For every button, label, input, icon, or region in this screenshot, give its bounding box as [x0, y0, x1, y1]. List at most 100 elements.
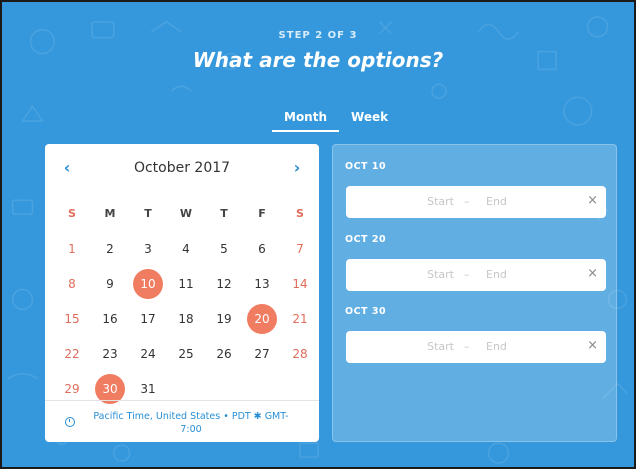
tab-month[interactable]: Month: [272, 108, 340, 132]
range-separator: –: [464, 195, 470, 208]
day-number: 2: [106, 241, 114, 256]
option-date-label: OCT 10: [345, 161, 387, 172]
day-number: 8: [68, 276, 76, 291]
day-number: 4: [182, 241, 190, 256]
close-icon[interactable]: ×: [587, 338, 598, 353]
day-number: 28: [292, 346, 308, 361]
day-number: 5: [220, 241, 228, 256]
day-number: 14: [292, 276, 308, 291]
option-date-label: OCT 30: [345, 306, 387, 317]
calendar-day[interactable]: 17: [129, 301, 167, 336]
calendar-day[interactable]: 6: [243, 231, 281, 266]
calendar-day[interactable]: 8: [53, 266, 91, 301]
weekday-thu: T: [220, 207, 228, 220]
end-time-input[interactable]: End: [486, 195, 507, 208]
close-icon[interactable]: ×: [587, 193, 598, 208]
day-number: 15: [64, 311, 80, 326]
calendar-day[interactable]: 5: [205, 231, 243, 266]
calendar-day[interactable]: 7: [281, 231, 319, 266]
day-number: 16: [102, 311, 118, 326]
chevron-left-icon[interactable]: ‹: [57, 158, 77, 178]
calendar-day[interactable]: 23: [91, 336, 129, 371]
calendar-day[interactable]: 27: [243, 336, 281, 371]
week-row: 8 9 10 11 12 13 14: [53, 266, 319, 301]
day-number: 27: [254, 346, 270, 361]
day-number: 11: [178, 276, 194, 291]
calendar-header: October 2017 ‹ ›: [45, 158, 319, 178]
calendar-day[interactable]: 22: [53, 336, 91, 371]
weekday-fri: F: [258, 207, 266, 220]
calendar-grid: S M T W T F S 1 2 3 4 5 6 7 8 9 10 11 12…: [53, 196, 319, 406]
day-number: 7: [296, 241, 304, 256]
view-tabs: Month Week: [272, 108, 400, 132]
calendar-day[interactable]: 24: [129, 336, 167, 371]
day-number: 13: [254, 276, 270, 291]
calendar-day[interactable]: 26: [205, 336, 243, 371]
day-number: 25: [178, 346, 194, 361]
calendar-day[interactable]: 2: [91, 231, 129, 266]
calendar-day[interactable]: 12: [205, 266, 243, 301]
calendar-day[interactable]: 15: [53, 301, 91, 336]
calendar-day[interactable]: 21: [281, 301, 319, 336]
range-separator: –: [464, 340, 470, 353]
calendar-day[interactable]: 4: [167, 231, 205, 266]
page-title: What are the options?: [192, 48, 444, 72]
weekday-sun: S: [68, 207, 76, 220]
calendar-day-selected[interactable]: 20: [243, 301, 281, 336]
clock-icon: [65, 417, 75, 427]
day-number: 23: [102, 346, 118, 361]
timezone-label: Pacific Time, United States • PDT ✱ GMT-…: [93, 411, 289, 435]
day-number: 29: [64, 381, 80, 396]
end-time-input[interactable]: End: [486, 268, 507, 281]
day-number: 26: [216, 346, 232, 361]
day-number: 1: [68, 241, 76, 256]
calendar-day[interactable]: 13: [243, 266, 281, 301]
calendar-day[interactable]: 16: [91, 301, 129, 336]
week-row: 22 23 24 25 26 27 28: [53, 336, 319, 371]
calendar-day[interactable]: 18: [167, 301, 205, 336]
weekday-tue: T: [144, 207, 152, 220]
calendar-panel: October 2017 ‹ › S M T W T F S 1 2 3 4 5…: [45, 144, 319, 442]
calendar-day[interactable]: 3: [129, 231, 167, 266]
calendar-day-selected[interactable]: 10: [129, 266, 167, 301]
calendar-day[interactable]: 1: [53, 231, 91, 266]
tab-week[interactable]: Week: [339, 108, 400, 132]
time-range-field[interactable]: Start – End ×: [346, 331, 606, 363]
day-number: 18: [178, 311, 194, 326]
weekday-mon: M: [104, 207, 116, 220]
day-number: 19: [216, 311, 232, 326]
calendar-day[interactable]: 19: [205, 301, 243, 336]
day-number: 31: [140, 381, 156, 396]
options-panel: OCT 10 Start – End × OCT 20 Start – End …: [332, 144, 617, 442]
day-number: 24: [140, 346, 156, 361]
chevron-right-icon[interactable]: ›: [287, 158, 307, 178]
day-number: 9: [106, 276, 114, 291]
timezone-selector[interactable]: Pacific Time, United States • PDT ✱ GMT-…: [45, 400, 319, 442]
day-number: 6: [258, 241, 266, 256]
month-label: October 2017: [133, 160, 231, 176]
start-time-input[interactable]: Start: [426, 268, 454, 281]
close-icon[interactable]: ×: [587, 266, 598, 281]
week-row: 1 2 3 4 5 6 7: [53, 231, 319, 266]
calendar-day[interactable]: 11: [167, 266, 205, 301]
day-number: 12: [216, 276, 232, 291]
time-range-field[interactable]: Start – End ×: [346, 259, 606, 291]
day-number: 17: [140, 311, 156, 326]
end-time-input[interactable]: End: [486, 340, 507, 353]
range-separator: –: [464, 268, 470, 281]
day-number: 22: [64, 346, 80, 361]
calendar-day[interactable]: 9: [91, 266, 129, 301]
start-time-input[interactable]: Start: [426, 195, 454, 208]
calendar-day[interactable]: 14: [281, 266, 319, 301]
calendar-day[interactable]: 28: [281, 336, 319, 371]
step-indicator: STEP 2 OF 3: [278, 30, 358, 41]
weekday-sat: S: [296, 207, 304, 220]
weekday-wed: W: [179, 207, 193, 220]
time-range-field[interactable]: Start – End ×: [346, 186, 606, 218]
start-time-input[interactable]: Start: [426, 340, 454, 353]
day-number: 20: [247, 303, 277, 334]
weekday-row: S M T W T F S: [53, 196, 319, 231]
option-date-label: OCT 20: [345, 234, 387, 245]
calendar-day[interactable]: 25: [167, 336, 205, 371]
day-number: 30: [95, 373, 125, 404]
